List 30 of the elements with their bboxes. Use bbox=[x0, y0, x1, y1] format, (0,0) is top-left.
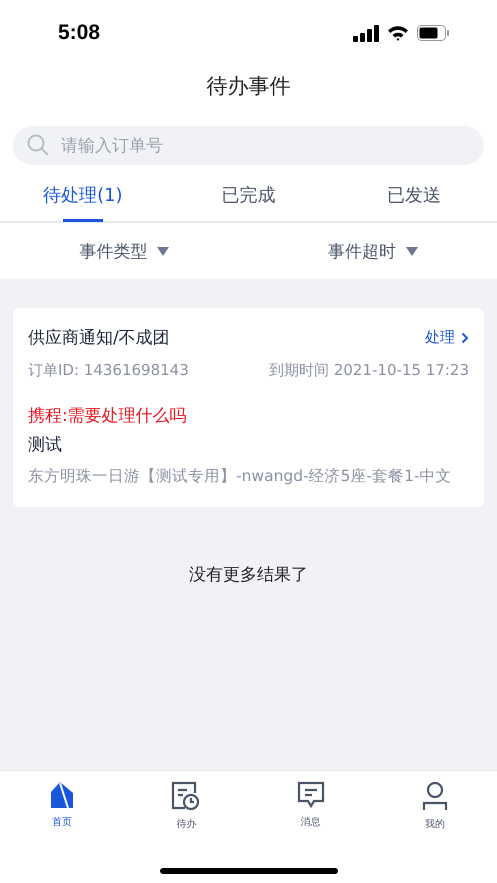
signal-icon bbox=[353, 24, 379, 42]
tab[interactable]: 已发送 bbox=[331, 175, 497, 221]
note-text: 测试 bbox=[28, 434, 63, 456]
end-message: 没有更多结果了 bbox=[189, 565, 308, 585]
search-icon bbox=[27, 134, 49, 156]
document-clock-icon bbox=[171, 781, 202, 811]
filter-dropdown[interactable]: 事件超时 bbox=[248, 223, 497, 279]
wifi-icon bbox=[387, 25, 409, 41]
page-title: 待办事件 bbox=[206, 73, 292, 100]
nav-tab[interactable]: 待办 bbox=[124, 771, 248, 832]
event-title: 供应商通知/不成团 bbox=[28, 327, 170, 349]
person-icon bbox=[420, 781, 449, 811]
tab[interactable]: 待处理(1) bbox=[0, 175, 166, 221]
filter-dropdown[interactable]: 事件类型 bbox=[0, 223, 248, 279]
alert-text: 携程:需要处理什么吗 bbox=[28, 405, 188, 427]
process-link[interactable]: 处理 bbox=[425, 328, 469, 347]
nav-tab[interactable]: 消息 bbox=[248, 771, 373, 832]
due-time: 到期时间 2021-10-15 17:23 bbox=[269, 361, 469, 380]
product-name: 东方明珠一日游【测试专用】-nwangd-经济5座-套餐1-中文 bbox=[28, 466, 453, 487]
tab[interactable]: 已完成 bbox=[166, 175, 332, 221]
battery-icon bbox=[417, 25, 449, 41]
message-icon bbox=[296, 781, 325, 809]
nav-tab[interactable]: 我的 bbox=[372, 771, 497, 832]
caret-icon bbox=[406, 246, 418, 256]
nav-tab[interactable]: 首页 bbox=[0, 771, 124, 832]
order-id: 订单ID: 14361698143 bbox=[28, 361, 189, 380]
caret-icon bbox=[157, 246, 170, 256]
search-field[interactable]: 请输入订单号 bbox=[13, 126, 484, 165]
chevron-icon bbox=[461, 332, 469, 344]
status-time: 5:08 bbox=[58, 21, 100, 45]
